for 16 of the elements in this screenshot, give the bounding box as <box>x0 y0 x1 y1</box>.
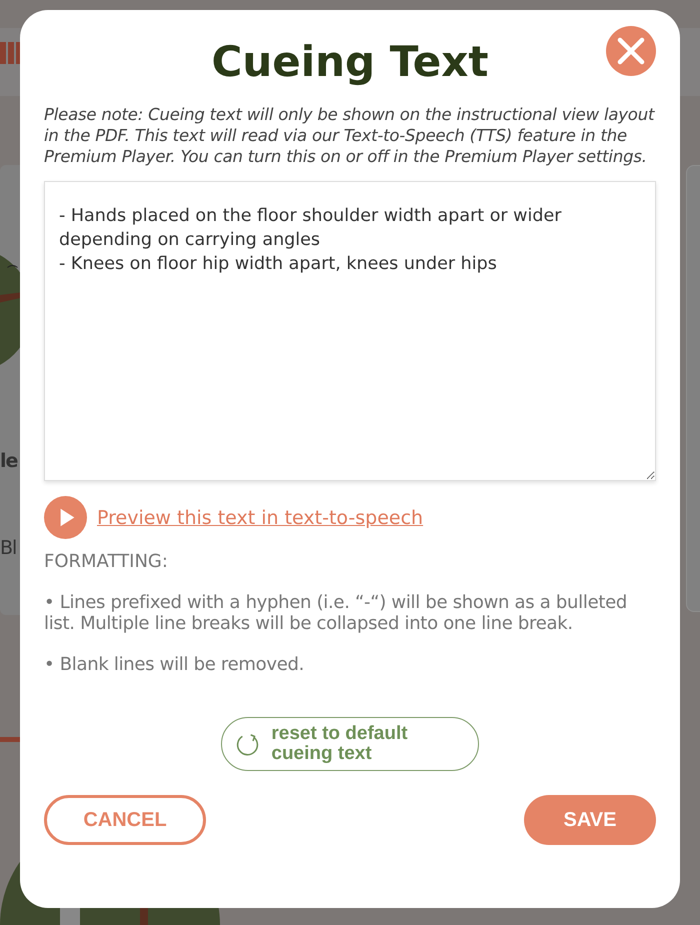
close-icon <box>606 26 656 76</box>
note-text: Please note: Cueing text will only be shown on the instructional view layout in the PDF. This text will read via our Text-to-Speech (TTS) feature in the Premium Player. You can turn this on or off in the Premium Player settings. <box>44 104 656 167</box>
reset-button[interactable]: reset to default cueing text <box>221 717 479 771</box>
close-button[interactable] <box>606 26 656 76</box>
dialog-title: Cueing Text <box>212 36 488 86</box>
cancel-button[interactable]: CANCEL <box>44 795 206 845</box>
formatting-heading: FORMATTING: <box>44 551 169 572</box>
grid-icon <box>0 42 22 64</box>
formatting-rule: • Blank lines will be removed. <box>44 654 306 675</box>
cueing-text-field[interactable]: - Hands placed on the floor shoulder width apart or wider depending on carrying angles - Knees on floor hip width apart, knees under hips <box>44 181 656 481</box>
save-button[interactable]: SAVE <box>524 795 656 845</box>
background-text: le <box>0 450 18 472</box>
formatting-rule: • Lines prefixed with a hyphen (i.e. “-“) will be shown as a bulleted list. Multiple line breaks will be collapsed into one line break. <box>44 592 628 634</box>
background-text: Bl <box>0 537 16 559</box>
preview-link[interactable]: Preview this text in text-to-speech <box>97 506 424 528</box>
play-icon[interactable] <box>44 496 87 539</box>
